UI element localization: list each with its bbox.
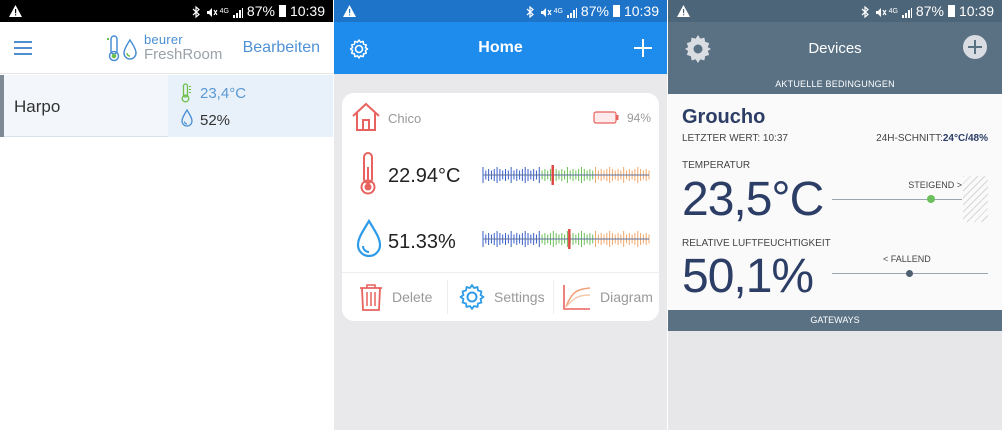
- page-title: Home: [478, 39, 523, 56]
- humidity-value: 52%: [200, 112, 231, 129]
- signal-icon: [566, 6, 577, 18]
- action-divider: [447, 280, 448, 314]
- temperature-value: 22.94°C: [388, 165, 461, 187]
- humidity-trend: < FALLEND: [883, 254, 931, 264]
- section-header-conditions: AKTUELLE BEDINGUNGEN: [668, 74, 1002, 94]
- logo-product-text: FreshRoom: [144, 46, 223, 63]
- card-divider: [342, 272, 659, 273]
- edit-button[interactable]: Bearbeiten: [243, 39, 320, 57]
- add-device-icon[interactable]: [962, 34, 988, 65]
- bluetooth-icon: [192, 5, 202, 18]
- beurer-freshroom-logo: beurer FreshRoom: [106, 32, 230, 64]
- daily-average-label: 24H-SCHNITT:: [876, 133, 943, 144]
- humidity-label: RELATIVE LUFTFEUCHTIGKEIT: [682, 238, 831, 249]
- temperature-trend: STEIGEND >: [908, 180, 962, 190]
- humidity-scale: [482, 229, 650, 249]
- scale-marker: [551, 165, 554, 185]
- clock: 10:39: [289, 3, 325, 19]
- mute-icon: [540, 6, 552, 17]
- add-device-icon[interactable]: [633, 38, 653, 63]
- humidity-value: 51.33%: [388, 231, 456, 253]
- signal-icon: [232, 6, 243, 18]
- humidity-value: 50,1%: [682, 250, 814, 303]
- battery-icon: [278, 5, 286, 17]
- section-header-gateways: GATEWAYS: [668, 310, 1002, 331]
- diagram-button[interactable]: Diagram: [562, 281, 653, 313]
- status-bar: 4G 87% 10:39: [668, 0, 1002, 22]
- logo-brand-text: beurer: [144, 32, 183, 47]
- delete-label: Delete: [392, 289, 433, 305]
- gear-icon: [459, 284, 485, 310]
- status-bar: 4G 87% 10:39: [334, 0, 667, 22]
- chart-icon: [563, 285, 591, 310]
- device-name: Harpo: [14, 97, 61, 116]
- daily-average-value: 24°C/48%: [942, 133, 988, 144]
- battery-icon: [947, 5, 955, 17]
- battery-percent: 87%: [915, 3, 944, 19]
- thermometer-icon: [358, 151, 378, 200]
- screens: 4G 87% 10:39 beurer FreshRoom Bearbeiten…: [0, 0, 1002, 430]
- row-accent-bar: [0, 75, 4, 137]
- warning-icon: [8, 5, 22, 18]
- beurer-app-screen: 4G 87% 10:39 beurer FreshRoom Bearbeiten…: [0, 0, 333, 430]
- bluetooth-icon: [526, 5, 536, 18]
- temperature-scale: [482, 165, 650, 185]
- droplet-icon: [180, 108, 194, 132]
- home-app-screen: 4G 87% 10:39 Home Chico 94% 22.94°C 51.3…: [334, 0, 667, 430]
- device-row[interactable]: Harpo 23,4°C 52%: [0, 75, 333, 137]
- network-type: 4G: [553, 7, 563, 15]
- temperature-value: 23,4°C: [200, 85, 247, 102]
- bluetooth-icon: [861, 5, 871, 18]
- settings-label: Settings: [494, 289, 545, 305]
- device-readings: 23,4°C 52%: [168, 75, 333, 137]
- scale-marker: [568, 229, 571, 249]
- battery-icon: [612, 5, 620, 17]
- delete-button[interactable]: Delete: [358, 281, 432, 313]
- app-header: Home: [334, 22, 667, 74]
- device-name: Groucho: [682, 106, 766, 128]
- gateways-list: [668, 331, 1002, 430]
- trash-icon: [360, 284, 382, 311]
- clock: 10:39: [958, 3, 994, 19]
- thermometer-icon: [180, 83, 192, 108]
- devices-app-screen: 4G 87% 10:39 Devices AKTUELLE BEDINGUNGE…: [668, 0, 1002, 430]
- warning-icon: [342, 5, 356, 18]
- action-divider: [553, 280, 554, 314]
- battery-level: 94%: [626, 111, 651, 125]
- temperature-label: TEMPERATUR: [682, 160, 751, 171]
- app-header: Devices: [668, 22, 1002, 74]
- logo-icon: [107, 35, 137, 62]
- device-conditions-panel[interactable]: Groucho LETZTER WERT: 10:37 24H-SCHNITT:…: [668, 94, 1002, 310]
- page-title: Devices: [808, 40, 862, 57]
- temperature-trend-dot: [927, 195, 935, 203]
- temperature-trend-line: [832, 199, 962, 200]
- droplet-icon: [354, 218, 384, 264]
- battery-percent: 87%: [580, 3, 609, 19]
- daily-average: 24H-SCHNITT:24°C/48%: [876, 133, 988, 144]
- diagram-label: Diagram: [600, 289, 653, 305]
- status-bar: 4G 87% 10:39: [0, 0, 333, 22]
- battery-icon: [593, 111, 619, 129]
- device-name: Chico: [388, 111, 422, 126]
- settings-button[interactable]: Settings: [458, 281, 545, 313]
- warning-icon: [676, 5, 690, 18]
- house-icon: [350, 101, 382, 138]
- clock: 10:39: [623, 3, 659, 19]
- app-header: beurer FreshRoom Bearbeiten: [0, 22, 333, 74]
- network-type: 4G: [888, 7, 898, 15]
- mute-icon: [875, 6, 887, 17]
- temperature-value: 23,5°C: [682, 173, 824, 226]
- menu-icon[interactable]: [14, 41, 32, 55]
- signal-icon: [901, 6, 912, 18]
- last-reading-time: LETZTER WERT: 10:37: [682, 133, 788, 144]
- humidity-trend-dot: [906, 270, 913, 277]
- battery-percent: 87%: [246, 3, 275, 19]
- mute-icon: [206, 6, 218, 17]
- network-type: 4G: [219, 7, 229, 15]
- hatched-zone: [963, 176, 988, 222]
- device-card[interactable]: Chico 94% 22.94°C 51.33% Delete Settings…: [342, 93, 659, 321]
